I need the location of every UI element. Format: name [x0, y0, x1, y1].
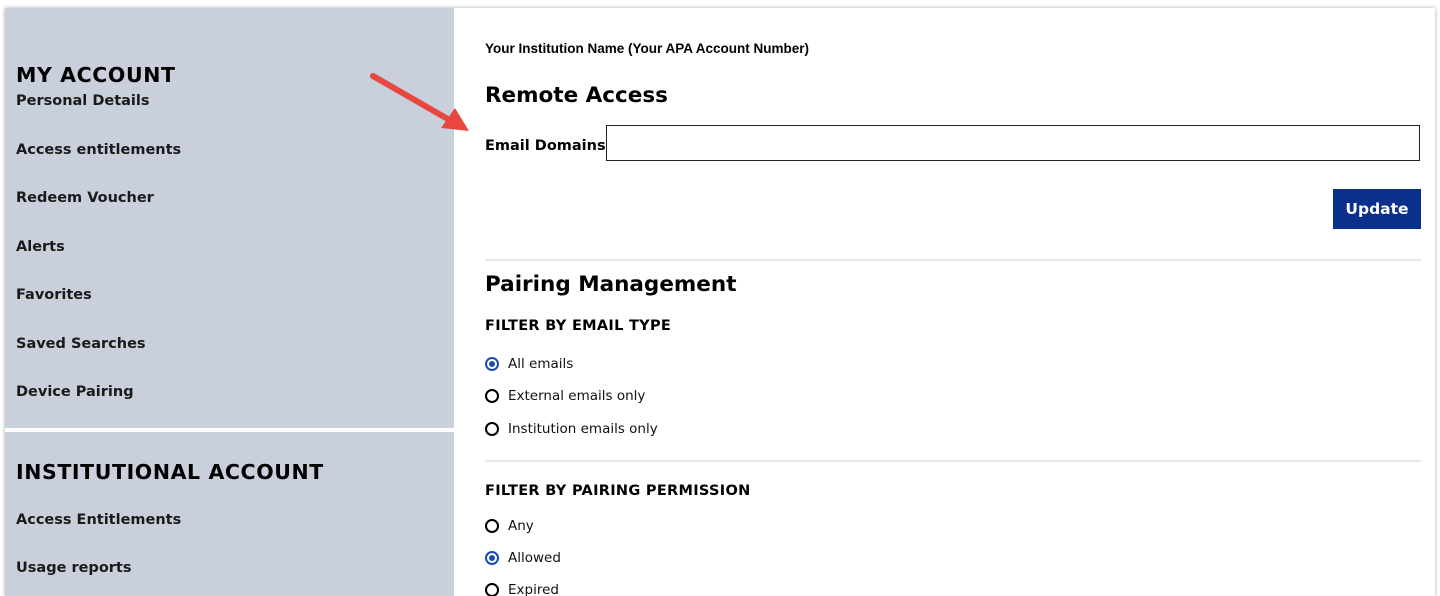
- email-domains-input[interactable]: [606, 125, 1420, 161]
- radio-label: Institution emails only: [508, 421, 658, 437]
- annotation-arrow-icon: [370, 73, 469, 131]
- radio-label: External emails only: [508, 388, 646, 404]
- sidebar-item-redeem-voucher[interactable]: Redeem Voucher: [16, 189, 454, 207]
- radio-checked-icon[interactable]: [485, 551, 499, 565]
- institutional-account-title: INSTITUTIONAL ACCOUNT: [16, 460, 324, 484]
- section-divider: [485, 259, 1421, 261]
- radio-label: Allowed: [508, 550, 561, 566]
- main-content: Your Institution Name (Your APA Account …: [454, 8, 1435, 596]
- radio-external-emails[interactable]: External emails only: [485, 387, 645, 405]
- radio-any[interactable]: Any: [485, 517, 534, 535]
- radio-unchecked-icon[interactable]: [485, 422, 499, 436]
- radio-unchecked-icon[interactable]: [485, 583, 499, 596]
- email-domains-label: Email Domains: [485, 138, 606, 154]
- sidebar-item-institution-access-entitlements[interactable]: Access Entitlements: [16, 511, 454, 529]
- radio-unchecked-icon[interactable]: [485, 389, 499, 403]
- radio-unchecked-icon[interactable]: [485, 519, 499, 533]
- pairing-management-heading: Pairing Management: [485, 272, 737, 297]
- radio-checked-icon[interactable]: [485, 357, 499, 371]
- filter-email-type-title: FILTER BY EMAIL TYPE: [485, 318, 672, 334]
- institutional-account-section: INSTITUTIONAL ACCOUNT Access Entitlement…: [5, 432, 454, 596]
- institution-name: Your Institution Name (Your APA Account …: [485, 41, 809, 56]
- radio-label: Expired: [508, 582, 559, 596]
- radio-label: All emails: [508, 356, 574, 372]
- update-button[interactable]: Update: [1333, 189, 1421, 229]
- radio-expired[interactable]: Expired: [485, 581, 559, 596]
- section-divider: [485, 460, 1421, 462]
- sidebar-item-device-pairing[interactable]: Device Pairing: [16, 383, 454, 401]
- sidebar-item-alerts[interactable]: Alerts: [16, 238, 454, 256]
- filter-pairing-permission-title: FILTER BY PAIRING PERMISSION: [485, 483, 751, 499]
- radio-institution-emails[interactable]: Institution emails only: [485, 420, 658, 438]
- radio-all-emails[interactable]: All emails: [485, 355, 573, 373]
- sidebar-item-favorites[interactable]: Favorites: [16, 286, 454, 304]
- radio-allowed[interactable]: Allowed: [485, 549, 561, 567]
- radio-label: Any: [508, 518, 534, 534]
- page-frame: MY ACCOUNT Personal Details Access entit…: [5, 8, 1435, 596]
- sidebar-item-usage-reports[interactable]: Usage reports: [16, 559, 454, 577]
- sidebar-item-access-entitlements[interactable]: Access entitlements: [16, 141, 454, 159]
- remote-access-heading: Remote Access: [485, 83, 668, 108]
- sidebar-item-saved-searches[interactable]: Saved Searches: [16, 335, 454, 353]
